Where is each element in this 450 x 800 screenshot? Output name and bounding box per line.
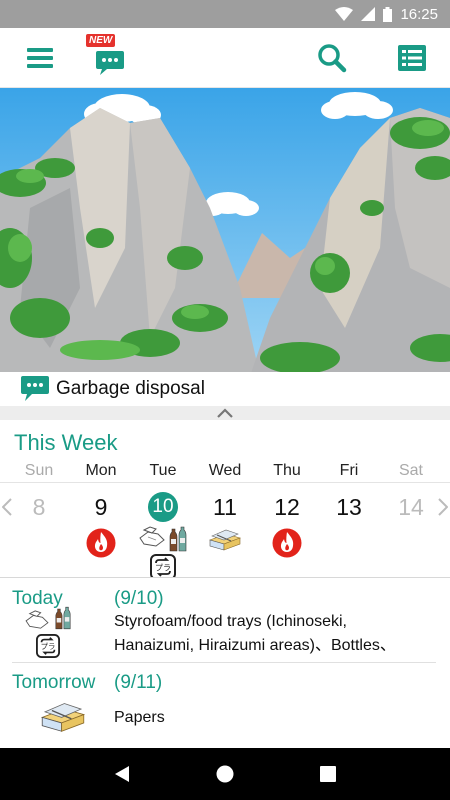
recents-button[interactable] (308, 754, 348, 794)
today-line-2: Hanaizumi, Hiraizumi areas)、Bottles、 (114, 637, 396, 654)
home-button[interactable] (205, 754, 245, 794)
fire-icon (86, 528, 116, 558)
notice-row[interactable]: Garbage disposal (0, 372, 450, 406)
chat-icon (96, 51, 124, 75)
week-calendar: This Week Sun Mon Tue Wed Thu Fri Sat 8 … (0, 420, 450, 580)
new-badge: NEW (86, 34, 116, 47)
list-icon (398, 45, 426, 71)
date-row: 8 9 10 プラ 11 12 13 14 (8, 490, 442, 580)
signal-icon (361, 7, 376, 21)
day-cell-fri[interactable]: 13 (318, 490, 380, 580)
bottles-icon (55, 606, 71, 630)
today-date: (9/10) (114, 588, 164, 609)
menu-icon (27, 48, 53, 68)
fire-icon (272, 528, 302, 558)
tomorrow-label: Tomorrow (12, 672, 96, 693)
list-view-button[interactable] (390, 28, 434, 88)
collapse-handle[interactable] (0, 406, 450, 420)
menu-button[interactable] (18, 28, 62, 88)
hero-illustration (0, 88, 450, 376)
tomorrow-icons (38, 698, 88, 739)
tomorrow-text: Papers (114, 709, 165, 726)
chat-icon (21, 376, 49, 401)
bottles-icon (169, 526, 187, 552)
weekday-label: Wed (208, 462, 242, 479)
day-cell-tue[interactable]: 10 プラ (132, 490, 194, 580)
schedule-details: Today (9/10) プラ Styrofoam/food trays (Ic… (0, 578, 450, 748)
tomorrow-date: (9/11) (114, 672, 163, 693)
messages-button[interactable]: NEW (82, 28, 138, 88)
date-number-today: 10 (148, 490, 178, 524)
svg-text:プラ: プラ (155, 564, 171, 573)
day-cell-thu[interactable]: 12 (256, 490, 318, 580)
wifi-icon (335, 7, 354, 21)
weekday-label: Mon (85, 462, 117, 479)
search-icon (318, 44, 347, 73)
date-number: 11 (213, 493, 237, 520)
day-cell-wed[interactable]: 11 (194, 490, 256, 580)
notice-label: Garbage disposal (56, 378, 205, 399)
divider (0, 482, 450, 483)
recycle-icon: プラ (36, 634, 60, 658)
date-number: 8 (32, 493, 46, 520)
divider (12, 662, 436, 663)
styrofoam-icon (25, 610, 49, 629)
weekday-label: Tue (149, 462, 177, 479)
date-number: 12 (274, 493, 300, 520)
date-number: 13 (336, 493, 362, 520)
search-button[interactable] (310, 28, 354, 88)
day-cell-mon[interactable]: 9 (70, 490, 132, 580)
battery-icon (383, 6, 393, 22)
date-number: 14 (398, 493, 424, 520)
weekday-header: Sun Mon Tue Wed Thu Fri Sat (8, 462, 442, 480)
today-icons (24, 606, 72, 635)
week-title: This Week (14, 430, 118, 455)
tomorrow-header: Tomorrow (9/11) (12, 672, 162, 694)
recents-icon (320, 766, 337, 782)
home-icon (216, 765, 234, 783)
styrofoam-icon (139, 526, 165, 547)
back-button[interactable] (102, 754, 142, 794)
papers-icon (40, 703, 86, 732)
app-bar: NEW (0, 28, 450, 88)
date-number: 9 (94, 493, 108, 520)
day-cell-sun[interactable]: 8 (8, 490, 70, 580)
weekday-label: Thu (273, 462, 301, 479)
papers-icon (209, 529, 241, 551)
today-line-1: Styrofoam/food trays (Ichinoseki, (114, 613, 347, 630)
back-icon (114, 766, 129, 782)
day-cell-sat[interactable]: 14 (380, 490, 442, 580)
today-recycle: プラ (36, 634, 60, 663)
weekday-label: Fri (339, 462, 359, 479)
system-nav-bar (0, 748, 450, 800)
status-time: 16:25 (400, 5, 438, 23)
status-bar: 16:25 (0, 0, 450, 28)
weekday-label: Sun (24, 462, 54, 479)
svg-text:プラ: プラ (41, 642, 56, 651)
weekday-label: Sat (398, 462, 423, 479)
chevron-up-icon (217, 408, 233, 418)
